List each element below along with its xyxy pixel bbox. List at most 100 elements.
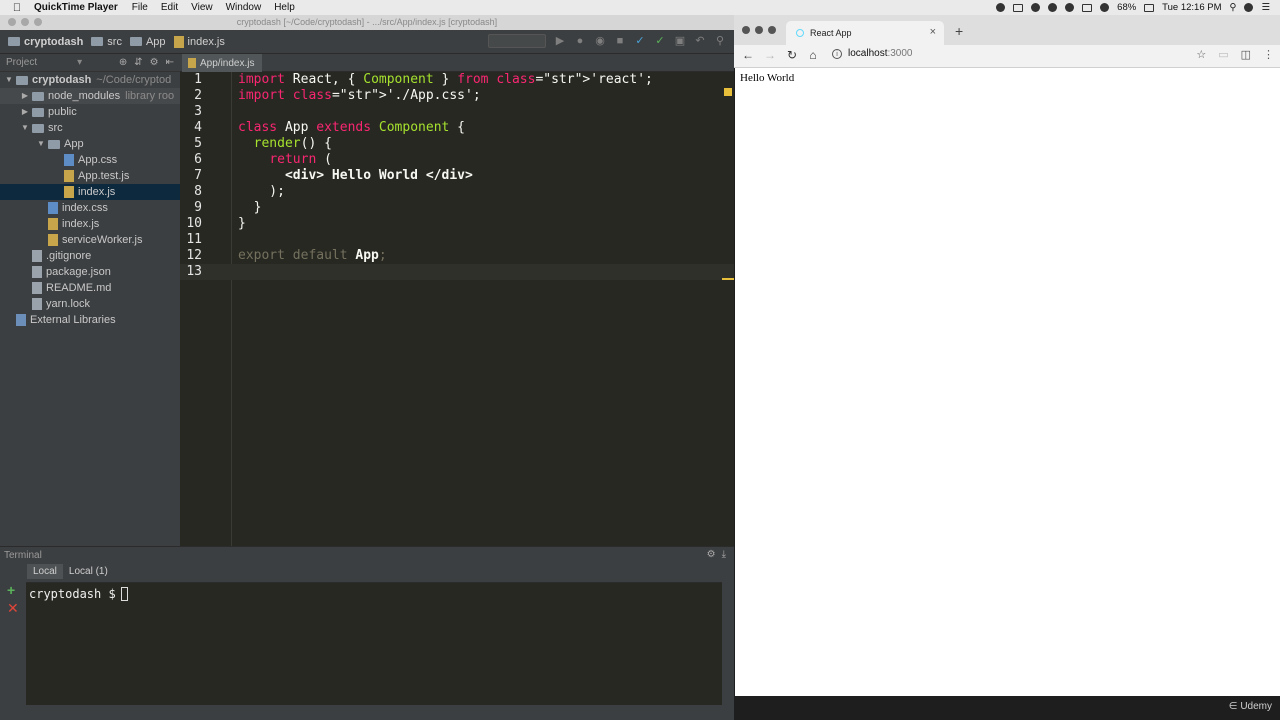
battery-level[interactable]: 68% — [1117, 2, 1136, 13]
hide-icon[interactable]: ⇤ — [166, 57, 174, 68]
debug-icon[interactable]: ● — [574, 35, 586, 47]
browser-zoom-button[interactable] — [768, 26, 776, 34]
code-line[interactable]: 2 import class="str">'./App.css'; — [180, 88, 734, 104]
terminal-tab-local[interactable]: Local — [27, 564, 63, 579]
forward-arrow-icon[interactable]: → — [762, 48, 778, 62]
menu-view[interactable]: View — [191, 2, 213, 13]
zoom-window-button[interactable] — [34, 18, 42, 26]
breadcrumb-app[interactable]: App — [129, 36, 166, 48]
back-arrow-icon[interactable]: ← — [740, 48, 756, 62]
record-icon[interactable] — [996, 3, 1006, 12]
terminal-console[interactable]: cryptodash $ — [26, 582, 722, 705]
new-session-plus-icon[interactable]: + — [7, 582, 15, 598]
notification-icon[interactable] — [1031, 3, 1041, 12]
menu-file[interactable]: File — [132, 2, 148, 13]
chevron-down-icon[interactable]: ▾ — [77, 57, 82, 68]
clock[interactable]: Tue 12:16 PM — [1162, 2, 1221, 13]
menu-help[interactable]: Help — [274, 2, 295, 13]
undo-icon[interactable]: ↶ — [694, 35, 706, 47]
code-line[interactable]: 6 return ( — [180, 152, 734, 168]
code-line[interactable]: 7 <div> Hello World </div> — [180, 168, 734, 184]
gear-icon[interactable]: ⚙ — [707, 549, 716, 560]
code-line[interactable]: 9 } — [180, 200, 734, 216]
notification-center-icon[interactable]: ☰ — [1261, 2, 1270, 13]
collapse-icon[interactable]: ⇵ — [134, 57, 142, 68]
project-view-select[interactable]: Project — [6, 57, 37, 68]
close-tab-icon[interactable]: × — [930, 26, 936, 38]
tree-item[interactable]: ▼ App — [0, 136, 180, 152]
tree-item[interactable]: App.css — [0, 152, 180, 168]
run-configuration-select[interactable] — [488, 34, 546, 48]
battery-icon[interactable] — [1144, 3, 1155, 12]
code-line[interactable]: 11 — [180, 232, 734, 248]
gear-icon[interactable]: ⚙ — [150, 57, 159, 68]
menu-window[interactable]: Window — [226, 2, 262, 13]
menu-edit[interactable]: Edit — [161, 2, 178, 13]
tree-item[interactable]: yarn.lock — [0, 296, 180, 312]
code-area[interactable]: 1 import React, { Component } from class=… — [180, 72, 734, 559]
tree-item[interactable]: serviceWorker.js — [0, 232, 180, 248]
browser-tab-react-app[interactable]: React App × — [786, 21, 944, 45]
code-line[interactable]: 10} — [180, 216, 734, 232]
chevron-down-icon[interactable]: ▼ — [20, 120, 30, 136]
reload-icon[interactable]: ↻ — [784, 48, 800, 62]
more-menu-icon[interactable]: ⋮ — [1263, 48, 1274, 61]
run-icon[interactable]: ▶ — [554, 35, 566, 47]
tree-item[interactable]: ▶ public — [0, 104, 180, 120]
warning-marker-icon[interactable] — [724, 88, 732, 96]
tree-item[interactable]: ▶ node_modules library roo — [0, 88, 180, 104]
tree-item[interactable]: README.md — [0, 280, 180, 296]
breadcrumb-file[interactable]: index.js — [173, 35, 225, 48]
build-icon[interactable]: ✓ — [634, 35, 646, 47]
tree-item[interactable]: .gitignore — [0, 248, 180, 264]
new-tab-plus-icon[interactable]: + — [955, 23, 963, 39]
vcs-update-icon[interactable]: ✓ — [654, 35, 666, 47]
code-line[interactable]: 3 — [180, 104, 734, 120]
hide-panel-icon[interactable]: ⤓ — [722, 549, 726, 560]
stop-icon[interactable]: ■ — [614, 35, 626, 47]
wifi-icon[interactable] — [1065, 3, 1075, 12]
user-icon[interactable] — [1244, 3, 1254, 12]
breadcrumb-project[interactable]: cryptodash — [8, 36, 83, 48]
cast-icon[interactable]: ▭ — [1218, 48, 1228, 61]
terminal-tab-local-1[interactable]: Local (1) — [63, 564, 114, 579]
tree-item[interactable]: App.test.js — [0, 168, 180, 184]
browser-close-button[interactable] — [742, 26, 750, 34]
locate-icon[interactable]: ⊕ — [119, 57, 127, 68]
tree-item[interactable]: index.js — [0, 184, 180, 200]
code-line[interactable]: 5 render() { — [180, 136, 734, 152]
tree-item[interactable]: ▼ cryptodash ~/Code/cryptod — [0, 72, 180, 88]
tree-item[interactable]: index.css — [0, 200, 180, 216]
site-info-icon[interactable]: i — [832, 48, 842, 59]
address-bar[interactable]: i localhost :3000 — [832, 48, 913, 59]
tree-item[interactable]: index.js — [0, 216, 180, 232]
extension-icon[interactable]: ◫ — [1241, 48, 1251, 61]
apple-menu-icon[interactable]:  — [0, 2, 34, 14]
browser-minimize-button[interactable] — [755, 26, 763, 34]
coverage-icon[interactable]: ◉ — [594, 35, 606, 47]
close-session-icon[interactable]: ✕ — [7, 600, 19, 617]
chevron-down-icon[interactable]: ▼ — [4, 72, 14, 88]
tree-item[interactable]: External Libraries — [0, 312, 180, 328]
cloud-icon[interactable] — [1048, 3, 1058, 12]
code-line[interactable]: 13 — [180, 264, 734, 280]
code-line[interactable]: 1 import React, { Component } from class=… — [180, 72, 734, 88]
code-line[interactable]: 12 export default App; — [180, 248, 734, 264]
code-line[interactable]: 8 ); — [180, 184, 734, 200]
editor-tab-index-js[interactable]: App/index.js — [182, 54, 263, 72]
chevron-down-icon[interactable]: ▼ — [36, 136, 46, 152]
close-window-button[interactable] — [8, 18, 16, 26]
chevron-right-icon[interactable]: ▶ — [20, 104, 30, 120]
screen-icon[interactable] — [1013, 3, 1024, 12]
tree-item[interactable]: ▼ src — [0, 120, 180, 136]
code-line[interactable]: 4 class App extends Component { — [180, 120, 734, 136]
volume-icon[interactable] — [1100, 3, 1110, 12]
bookmark-star-icon[interactable]: ☆ — [1196, 48, 1206, 61]
search-icon[interactable]: ⚲ — [714, 35, 726, 47]
menu-app-name[interactable]: QuickTime Player — [34, 2, 118, 13]
chevron-right-icon[interactable]: ▶ — [20, 88, 30, 104]
history-icon[interactable]: ▣ — [674, 35, 686, 47]
tree-item[interactable]: package.json — [0, 264, 180, 280]
breadcrumb-src[interactable]: src — [91, 36, 122, 48]
minimize-window-button[interactable] — [21, 18, 29, 26]
